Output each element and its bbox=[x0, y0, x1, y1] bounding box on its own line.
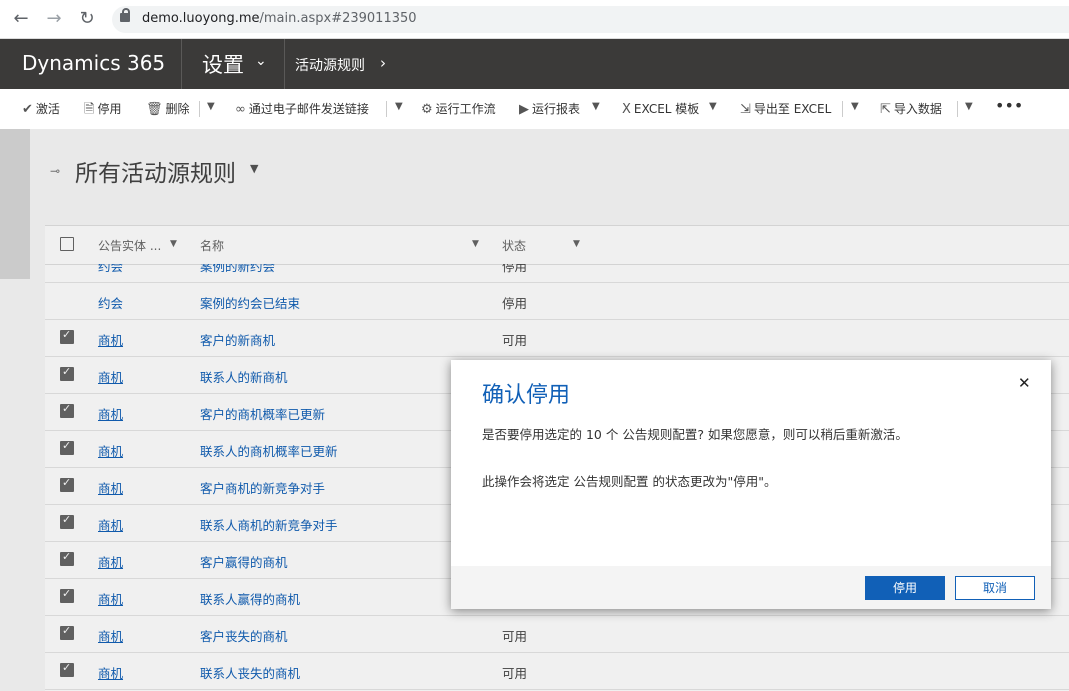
chevron-down-icon[interactable]: ▼ bbox=[851, 101, 859, 112]
back-arrow-icon[interactable]: ← bbox=[10, 8, 32, 30]
command-separator bbox=[842, 101, 843, 117]
brand-title[interactable]: Dynamics 365 bbox=[22, 51, 165, 75]
deactivate-button[interactable]: 🗎 停用 bbox=[84, 100, 121, 122]
chevron-down-icon[interactable]: ▼ bbox=[709, 101, 717, 112]
address-bar[interactable]: demo.luoyong.me/main.aspx#239011350 bbox=[112, 6, 1069, 33]
activate-button[interactable]: ✔ 激活 bbox=[22, 100, 60, 117]
import-icon: ⇱ bbox=[880, 102, 891, 117]
header-divider bbox=[181, 39, 182, 89]
dialog-title: 确认停用 bbox=[482, 383, 571, 408]
app-header: Dynamics 365 设置 ⌄ 活动源规则 › bbox=[0, 39, 1069, 89]
chevron-down-icon[interactable]: ▼ bbox=[207, 101, 215, 112]
cancel-button[interactable]: 取消 bbox=[955, 576, 1035, 600]
forward-arrow-icon[interactable]: → bbox=[43, 8, 65, 30]
dialog-footer: 停用 取消 bbox=[451, 566, 1051, 609]
header-divider bbox=[284, 39, 285, 89]
workflow-icon: ⚙ bbox=[421, 102, 433, 117]
deactivate-icon: 🗎 bbox=[84, 102, 95, 117]
area-selector[interactable]: 设置 bbox=[202, 49, 244, 79]
run-report-button[interactable]: ▶ 运行报表 bbox=[519, 100, 580, 117]
link-icon: ∞ bbox=[235, 102, 246, 117]
email-link-button[interactable]: ∞ 通过电子邮件发送链接 bbox=[235, 100, 369, 117]
browser-toolbar: ← → ↻ demo.luoyong.me/main.aspx#23901135… bbox=[0, 0, 1069, 39]
dialog-message: 是否要停用选定的 10 个 公告规则配置? 如果您愿意，则可以稍后重新激活。 bbox=[482, 427, 908, 442]
excel-template-button[interactable]: X EXCEL 模板 bbox=[622, 100, 699, 117]
dialog-message-detail: 此操作会将选定 公告规则配置 的状态更改为"停用"。 bbox=[482, 474, 777, 489]
command-bar: ✔ 激活 🗎 停用 🗑 删除 ▼ ∞ 通过电子邮件发送链接 ▼ ⚙ 运行工作流 ▶ 运行报表… bbox=[0, 89, 1069, 129]
url-text: demo.luoyong.me/main.aspx#239011350 bbox=[142, 11, 417, 26]
export-excel-button[interactable]: ⇲ 导出至 EXCEL bbox=[740, 100, 831, 117]
chevron-down-icon[interactable]: ▼ bbox=[592, 101, 600, 112]
command-separator bbox=[386, 101, 387, 117]
command-separator bbox=[199, 101, 200, 117]
reload-icon[interactable]: ↻ bbox=[76, 8, 98, 30]
confirm-deactivate-button[interactable]: 停用 bbox=[865, 576, 945, 600]
lock-icon bbox=[120, 8, 130, 22]
chevron-down-icon[interactable]: ▼ bbox=[965, 101, 973, 112]
entity-breadcrumb[interactable]: 活动源规则 bbox=[295, 55, 365, 75]
delete-button[interactable]: 🗑 删除 bbox=[146, 100, 190, 117]
command-separator bbox=[957, 101, 958, 117]
check-icon: ✔ bbox=[22, 102, 33, 117]
chevron-down-icon[interactable]: ⌄ bbox=[255, 53, 267, 69]
confirm-deactivate-dialog: 确认停用 ✕ 是否要停用选定的 10 个 公告规则配置? 如果您愿意，则可以稍后… bbox=[451, 360, 1051, 609]
more-commands-icon[interactable]: ••• bbox=[995, 96, 1023, 115]
close-icon[interactable]: ✕ bbox=[1018, 374, 1031, 392]
chevron-right-icon[interactable]: › bbox=[380, 54, 386, 72]
export-icon: ⇲ bbox=[740, 102, 751, 117]
report-icon: ▶ bbox=[519, 102, 529, 117]
excel-icon: X bbox=[622, 102, 631, 117]
chevron-down-icon[interactable]: ▼ bbox=[395, 101, 403, 112]
run-workflow-button[interactable]: ⚙ 运行工作流 bbox=[421, 100, 496, 117]
import-data-button[interactable]: ⇱ 导入数据 bbox=[880, 100, 942, 117]
trash-icon: 🗑 bbox=[146, 102, 163, 117]
